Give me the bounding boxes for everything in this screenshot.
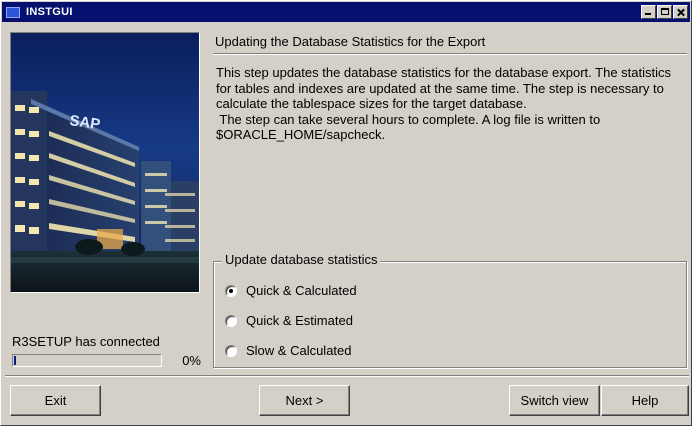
- app-icon: [6, 6, 20, 18]
- radio-button[interactable]: [225, 284, 237, 297]
- minimize-button[interactable]: [641, 5, 656, 19]
- option-label: Slow & Calculated: [246, 343, 352, 358]
- description-line: The step can take several hours to compl…: [216, 111, 601, 127]
- close-icon: [674, 6, 687, 18]
- radio-button[interactable]: [225, 314, 237, 327]
- progress-percent: 0%: [182, 353, 201, 368]
- installer-window: INSTGUI SAP Updating the Database Statis…: [0, 0, 692, 426]
- option-quick-calculated[interactable]: Quick & Calculated: [225, 283, 357, 298]
- help-button[interactable]: Help: [601, 385, 689, 416]
- title-bar[interactable]: INSTGUI: [2, 2, 690, 22]
- button-bar-divider: [5, 375, 689, 377]
- option-slow-calculated[interactable]: Slow & Calculated: [225, 343, 352, 358]
- next-button[interactable]: Next >: [259, 385, 350, 416]
- description-line: This step updates the database statistic…: [216, 65, 672, 80]
- minimize-icon: [645, 13, 651, 15]
- description-line: calculate the tablespace sizes for the t…: [216, 96, 527, 111]
- progress-bar: [12, 354, 162, 367]
- exit-button[interactable]: Exit: [10, 385, 101, 416]
- close-button[interactable]: [673, 5, 688, 19]
- title-divider: [213, 53, 687, 55]
- switch-view-button[interactable]: Switch view: [509, 385, 600, 416]
- maximize-icon: [661, 8, 669, 15]
- option-label: Quick & Calculated: [246, 283, 357, 298]
- window-title: INSTGUI: [26, 6, 73, 18]
- status-text: R3SETUP has connected: [12, 334, 160, 349]
- option-group-legend: Update database statistics: [222, 252, 381, 267]
- radio-button[interactable]: [225, 344, 237, 357]
- step-title: Updating the Database Statistics for the…: [215, 34, 486, 49]
- sap-building-image: SAP: [10, 32, 200, 293]
- option-label: Quick & Estimated: [246, 313, 353, 328]
- option-quick-estimated[interactable]: Quick & Estimated: [225, 313, 353, 328]
- description-line: for tables and indexes are updated at th…: [216, 80, 664, 96]
- progress-fill: [14, 356, 16, 365]
- step-description: This step updates the database statistic…: [216, 65, 688, 143]
- maximize-button[interactable]: [657, 5, 672, 19]
- description-line: $ORACLE_HOME/sapcheck.: [216, 127, 386, 142]
- window-controls: [641, 5, 688, 19]
